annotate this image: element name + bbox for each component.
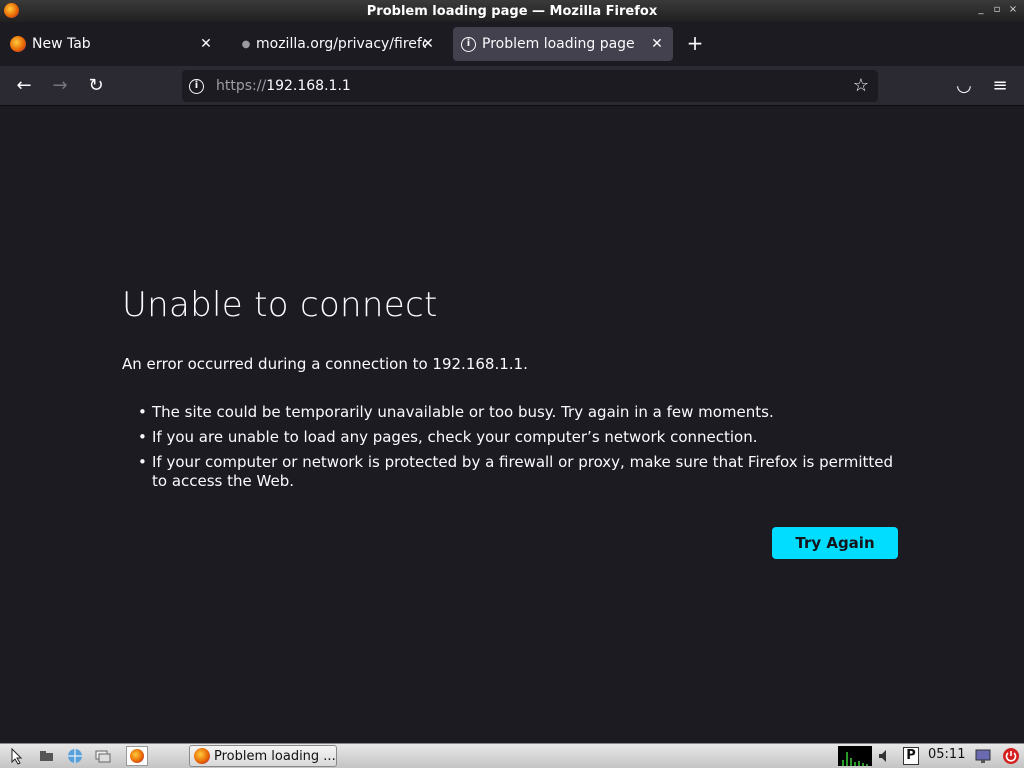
menu-button[interactable]: ≡ <box>988 74 1012 98</box>
window-title: Problem loading page — Mozilla Firefox <box>366 3 658 19</box>
taskbar-window-button[interactable]: Problem loading ... <box>189 745 337 767</box>
info-icon: i <box>461 36 476 52</box>
close-icon[interactable]: ✕ <box>198 36 214 52</box>
url-scheme: https:// <box>216 78 267 94</box>
bookmark-star-icon[interactable]: ☆ <box>850 75 872 97</box>
maximize-button[interactable]: ▫ <box>992 4 1002 16</box>
volume-icon[interactable] <box>876 747 894 765</box>
cpu-monitor-graph <box>838 746 872 766</box>
window-titlebar: Problem loading page — Mozilla Firefox _… <box>0 0 1024 22</box>
list-item: If your computer or network is protected… <box>138 453 912 491</box>
reload-button[interactable]: ↻ <box>84 74 108 98</box>
power-icon[interactable] <box>1002 747 1020 765</box>
back-button[interactable]: ← <box>12 74 36 98</box>
taskbar: Problem loading ... P 05:11 <box>0 743 1024 768</box>
start-menu-icon[interactable] <box>8 747 26 765</box>
clock[interactable]: 05:11 <box>928 747 965 762</box>
url-host: 192.168.1.1 <box>266 78 351 94</box>
error-title: Unable to connect <box>122 285 438 325</box>
firefox-launcher-icon[interactable] <box>126 746 148 766</box>
page-content: Unable to connect An error occurred duri… <box>0 107 1024 743</box>
minimize-button[interactable]: _ <box>976 4 986 16</box>
list-item: The site could be temporarily unavailabl… <box>138 403 912 422</box>
forward-button[interactable]: → <box>48 74 72 98</box>
close-icon[interactable]: ✕ <box>649 36 665 52</box>
close-window-button[interactable]: × <box>1008 4 1018 16</box>
pocket-icon[interactable]: ◡ <box>952 74 976 98</box>
url-bar[interactable]: i https:// 192.168.1.1 ☆ <box>182 70 878 102</box>
close-icon[interactable]: ✕ <box>420 36 436 52</box>
new-tab-button[interactable]: + <box>684 32 706 54</box>
tab-label: New Tab <box>32 36 91 52</box>
firefox-app-icon[interactable] <box>4 3 19 18</box>
network-monitor-icon[interactable] <box>974 747 992 765</box>
tray-p-icon[interactable]: P <box>903 747 919 765</box>
tab-new-tab[interactable]: New Tab ✕ <box>4 27 222 61</box>
dot-icon: ● <box>241 38 251 50</box>
tab-label: mozilla.org/privacy/firefo <box>256 36 426 52</box>
tab-problem-loading-page[interactable]: i Problem loading page ✕ <box>453 27 673 61</box>
navigation-toolbar: ← → ↻ i https:// 192.168.1.1 ☆ ◡ ≡ <box>0 66 1024 106</box>
window-controls: _ ▫ × <box>976 4 1018 16</box>
firefox-icon <box>10 36 26 52</box>
taskbar-window-label: Problem loading ... <box>214 748 336 764</box>
error-description: An error occurred during a connection to… <box>122 355 528 373</box>
site-info-icon[interactable]: i <box>189 78 204 94</box>
tab-strip: New Tab ✕ ● mozilla.org/privacy/firefo ✕… <box>0 22 1024 66</box>
list-item: If you are unable to load any pages, che… <box>138 428 912 447</box>
error-suggestions: The site could be temporarily unavailabl… <box>138 403 912 497</box>
browser-globe-icon[interactable] <box>66 747 84 765</box>
file-manager-icon[interactable] <box>38 747 56 765</box>
tab-label: Problem loading page <box>482 36 635 52</box>
firefox-icon <box>194 748 210 764</box>
tab-mozilla-privacy[interactable]: ● mozilla.org/privacy/firefo ✕ <box>230 27 444 61</box>
try-again-button[interactable]: Try Again <box>772 527 898 559</box>
show-desktop-icon[interactable] <box>94 747 112 765</box>
